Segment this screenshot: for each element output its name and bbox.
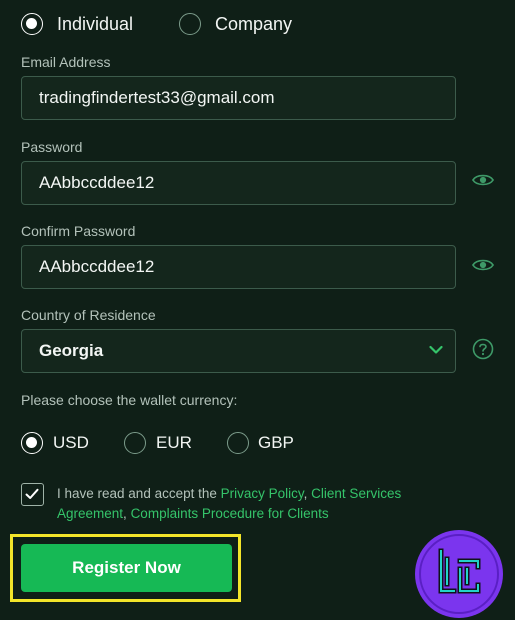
- password-label: Password: [21, 139, 83, 155]
- chevron-down-icon[interactable]: [429, 345, 443, 355]
- confirm-password-label: Confirm Password: [21, 223, 136, 239]
- question-circle-icon[interactable]: [472, 338, 494, 360]
- radio-gbp-label[interactable]: GBP: [258, 433, 294, 453]
- register-now-button[interactable]: Register Now: [21, 544, 232, 592]
- email-value: tradingfindertest33@gmail.com: [39, 88, 275, 107]
- privacy-policy-link[interactable]: Privacy Policy: [221, 486, 304, 501]
- complaints-procedure-link[interactable]: Complaints Procedure for Clients: [131, 506, 329, 521]
- radio-company[interactable]: [179, 13, 201, 35]
- radio-individual[interactable]: [21, 13, 43, 35]
- password-value: AAbbccddee12: [39, 173, 155, 192]
- country-label: Country of Residence: [21, 307, 156, 323]
- radio-usd-label[interactable]: USD: [53, 433, 89, 453]
- eye-icon[interactable]: [472, 257, 494, 273]
- radio-company-label[interactable]: Company: [215, 14, 292, 35]
- terms-text: I have read and accept the Privacy Polic…: [57, 484, 417, 524]
- email-label: Email Address: [21, 54, 111, 70]
- checkmark-icon: [25, 488, 39, 499]
- radio-eur-label[interactable]: EUR: [156, 433, 192, 453]
- brand-logo-icon: [415, 530, 503, 618]
- radio-eur[interactable]: [124, 432, 146, 454]
- terms-prefix: I have read and accept the: [57, 486, 221, 501]
- email-field[interactable]: tradingfindertest33@gmail.com: [21, 76, 456, 120]
- confirm-password-field[interactable]: AAbbccddee12: [21, 245, 456, 289]
- radio-gbp[interactable]: [227, 432, 249, 454]
- country-select[interactable]: Georgia: [21, 329, 456, 373]
- terms-checkbox[interactable]: [21, 483, 44, 506]
- terms-sep2: ,: [123, 506, 131, 521]
- radio-individual-label[interactable]: Individual: [57, 14, 133, 35]
- country-value: Georgia: [39, 341, 104, 360]
- password-field[interactable]: AAbbccddee12: [21, 161, 456, 205]
- currency-prompt: Please choose the wallet currency:: [21, 392, 238, 408]
- confirm-password-value: AAbbccddee12: [39, 257, 155, 276]
- eye-icon[interactable]: [472, 172, 494, 188]
- radio-usd[interactable]: [21, 432, 43, 454]
